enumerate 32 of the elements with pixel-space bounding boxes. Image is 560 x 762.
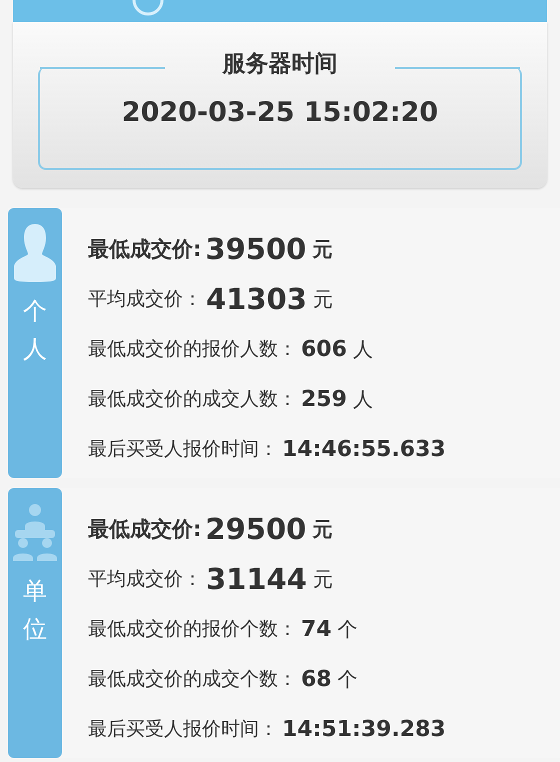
- unit-label: 人: [352, 336, 373, 362]
- stat-label: 最低成交价的报价个数：: [88, 617, 297, 642]
- unit-label: 个: [338, 616, 358, 642]
- unit-label: 人: [352, 386, 373, 412]
- stat-label: 最低成交价的成交个数：: [88, 667, 297, 692]
- stat-value: 41303: [206, 282, 307, 316]
- unit-label: 元: [312, 236, 332, 262]
- category-label: 个人: [23, 296, 47, 366]
- stat-label: 最低成交价:: [88, 236, 202, 263]
- stat-value: 31144: [206, 562, 307, 596]
- stat-value: 68: [301, 666, 332, 692]
- stat-value: 606: [301, 336, 347, 362]
- stat-value: 74: [301, 616, 332, 642]
- stat-label: 平均成交价：: [88, 287, 202, 312]
- stat-label: 最低成交价的报价人数：: [88, 337, 297, 362]
- stat-value: 39500: [205, 232, 306, 266]
- stat-label: 最低成交价:: [88, 516, 202, 543]
- unit-label: 个: [338, 666, 358, 692]
- server-time-title: 服务器时间: [222, 50, 338, 79]
- stat-label: 最后买受人报价时间：: [88, 437, 278, 462]
- server-time: 2020-03-25 15:02:20: [122, 97, 438, 128]
- stat-value: 259: [301, 386, 347, 412]
- stat-label: 最低成交价的成交人数：: [88, 387, 297, 412]
- stat-value: 14:51:39.283: [282, 716, 446, 742]
- stat-label: 最后买受人报价时间：: [88, 717, 278, 742]
- category-label: 单位: [23, 576, 47, 646]
- unit-label: 元: [312, 286, 333, 312]
- stat-value: 29500: [205, 512, 306, 546]
- stat-label: 平均成交价：: [88, 567, 202, 592]
- unit-label: 元: [312, 566, 333, 592]
- stat-value: 14:46:55.633: [282, 436, 446, 462]
- unit-label: 元: [312, 516, 332, 542]
